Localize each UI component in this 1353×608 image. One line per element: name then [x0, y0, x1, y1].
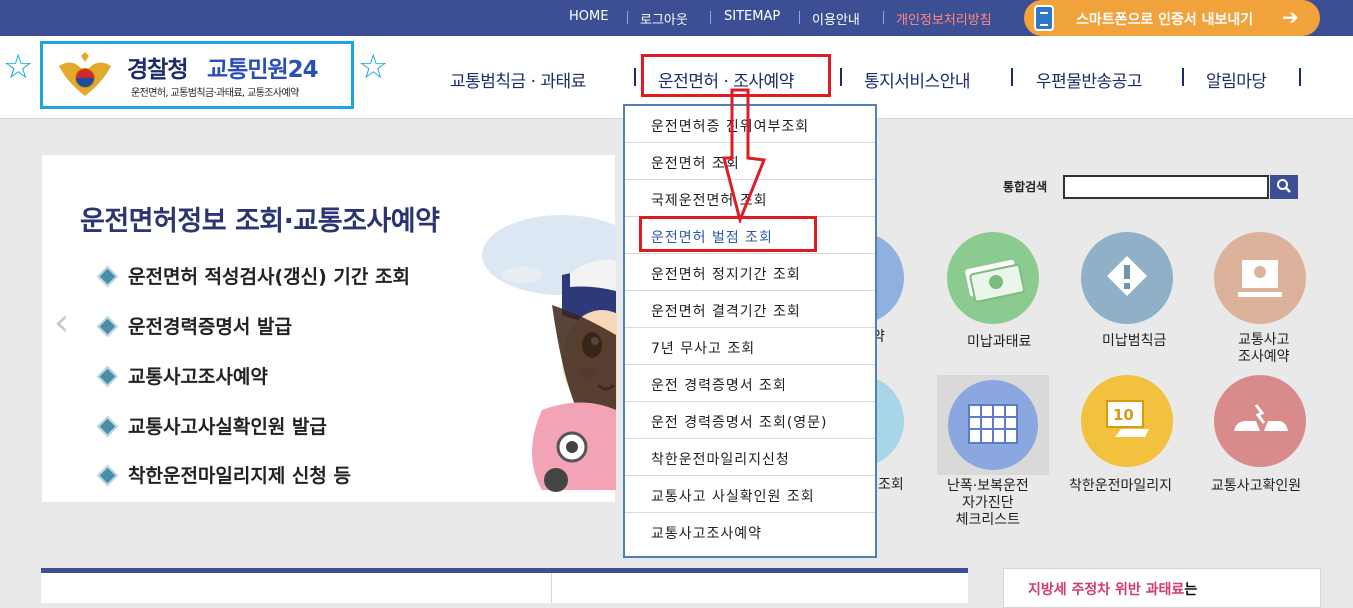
nav-separator [1011, 68, 1013, 86]
crash-icon [1234, 404, 1288, 431]
arrow-right-icon: ➔ [1282, 5, 1299, 29]
separator [710, 11, 711, 24]
separator [799, 11, 800, 24]
guide-link[interactable]: 이용안내 [812, 9, 860, 28]
bullet-icon [96, 464, 119, 487]
top-utility-bar: HOME 로그아웃 SITEMAP 이용안내 개인정보처리방침 스마트폰으로 인… [0, 0, 1353, 36]
police-mascot-illustration [482, 215, 617, 492]
submenu-item-label: 운전 경력증명서 조회 [651, 378, 787, 394]
submenu-item-label: 운전면허 결격기간 조회 [651, 304, 801, 320]
logout-link[interactable]: 로그아웃 [640, 9, 688, 28]
nav-notification-service[interactable]: 통지서비스안내 [864, 67, 970, 92]
submenu-item[interactable]: 운전 경력증명서 조회 [625, 365, 875, 402]
site-logo[interactable]: 경찰청 교통민원24 운전면허, 교통범칙금·과태료, 교통조사예약 [40, 41, 354, 109]
bottom-content-panel [41, 573, 968, 603]
submenu-item-label: 운전면허 정지기간 조회 [651, 267, 801, 283]
service-label[interactable]: 미납범칙금 [1102, 333, 1166, 350]
sitemap-link[interactable]: SITEMAP [724, 9, 780, 24]
submenu-item[interactable]: 교통사고 사실확인원 조회 [625, 476, 875, 513]
notice-text-suffix: 는 [1184, 582, 1198, 598]
submenu-item[interactable]: 착한운전마일리지신청 [625, 439, 875, 476]
bullet-icon [96, 265, 119, 288]
unpaid-penalty-button[interactable] [1081, 232, 1173, 324]
banner-item[interactable]: 운전경력증명서 발급 [128, 312, 292, 339]
nav-separator [634, 68, 636, 86]
logo-title-agency: 경찰청 [127, 57, 188, 83]
annotation-arrow-icon [722, 88, 767, 223]
notice-text: 지방세 주정차 위반 과태료는 [1028, 579, 1197, 599]
nav-separator [1182, 68, 1184, 86]
calendar-icon [948, 380, 1038, 470]
banner-item[interactable]: 운전면허 적성검사(갱신) 기간 조회 [128, 262, 410, 289]
privacy-policy-link[interactable]: 개인정보처리방침 [896, 9, 992, 28]
banner-item[interactable]: 착한운전마일리지제 신청 등 [128, 461, 351, 488]
notice-text-highlight: 지방세 주정차 위반 과태료 [1028, 582, 1185, 598]
mileage-icon: 10 [1106, 400, 1149, 437]
chevron-left-icon[interactable]: ‹ [54, 303, 69, 341]
nav-separator [1299, 68, 1301, 86]
search-icon [1277, 178, 1291, 193]
police-emblem-icon [59, 52, 111, 96]
star-icon: ☆ [358, 47, 389, 87]
nav-notices[interactable]: 알림마당 [1206, 67, 1267, 92]
bullet-icon [96, 415, 119, 438]
warning-icon [1107, 256, 1147, 296]
separator [627, 11, 628, 24]
divider [551, 573, 552, 603]
banner-item[interactable]: 교통사고사실확인원 발급 [128, 412, 327, 439]
service-label[interactable]: 난폭·보복운전 자가진단 체크리스트 [947, 478, 1029, 529]
nav-returned-mail[interactable]: 우편물반송공고 [1036, 67, 1142, 92]
banner-title: 운전면허정보 조회·교통조사예약 [80, 206, 440, 237]
money-icon [965, 259, 1025, 303]
banner-item[interactable]: 교통사고조사예약 [128, 362, 268, 389]
submenu-item-label: 교통사고조사예약 [651, 526, 763, 542]
submenu-item-label: 착한운전마일리지신청 [651, 452, 790, 468]
mileage-button[interactable]: 10 [1081, 375, 1173, 467]
main-banner-panel: 운전면허정보 조회·교통조사예약 운전면허 적성검사(갱신) 기간 조회 운전경… [42, 155, 617, 502]
road-rage-checklist-button[interactable] [937, 375, 1049, 475]
submenu-item[interactable]: 교통사고조사예약 [625, 513, 875, 550]
submenu-item[interactable]: 운전 경력증명서 조회(영문) [625, 402, 875, 439]
phone-icon [1034, 5, 1054, 31]
accident-reservation-button[interactable] [1214, 232, 1306, 324]
nav-separator [840, 68, 842, 86]
submenu-item-label: 7년 무사고 조회 [651, 341, 756, 357]
nav-fines[interactable]: 교통범칙금 · 과태료 [450, 67, 586, 92]
home-link[interactable]: HOME [569, 9, 608, 24]
export-certificate-label: 스마트폰으로 인증서 내보내기 [1076, 12, 1254, 28]
notice-banner[interactable]: 지방세 주정차 위반 과태료는 [1003, 568, 1321, 608]
logo-subtitle: 운전면허, 교통범칙금·과태료, 교통조사예약 [131, 88, 299, 99]
svg-text:10: 10 [1113, 406, 1134, 424]
unpaid-fine-button[interactable] [947, 232, 1039, 324]
logo-title-service: 교통민원24 [207, 57, 319, 83]
service-label[interactable]: 교통사고 조사예약 [1238, 332, 1290, 366]
search-label: 통합검색 [1003, 180, 1048, 194]
monitor-icon [1238, 260, 1282, 297]
service-label[interactable]: 착한운전마일리지 [1069, 478, 1172, 495]
service-label[interactable]: 미납과태료 [967, 334, 1031, 351]
service-label[interactable]: 교통사고확인원 [1211, 478, 1301, 495]
submenu-item-label: 운전 경력증명서 조회(영문) [651, 415, 828, 431]
star-icon: ☆ [3, 47, 34, 87]
bullet-icon [96, 315, 119, 338]
export-certificate-button[interactable]: 스마트폰으로 인증서 내보내기 ➔ [1024, 0, 1320, 36]
submenu-item[interactable]: 7년 무사고 조회 [625, 328, 875, 365]
accident-confirmation-button[interactable] [1214, 375, 1306, 467]
separator [883, 11, 884, 24]
search-input[interactable] [1063, 175, 1269, 199]
submenu-item[interactable]: 운전면허 결격기간 조회 [625, 291, 875, 328]
service-label[interactable]: 조회 [878, 477, 904, 494]
search-button[interactable] [1270, 175, 1298, 199]
bullet-icon [96, 365, 119, 388]
submenu-item-label: 교통사고 사실확인원 조회 [651, 489, 815, 505]
submenu-item[interactable]: 운전면허 정지기간 조회 [625, 254, 875, 291]
